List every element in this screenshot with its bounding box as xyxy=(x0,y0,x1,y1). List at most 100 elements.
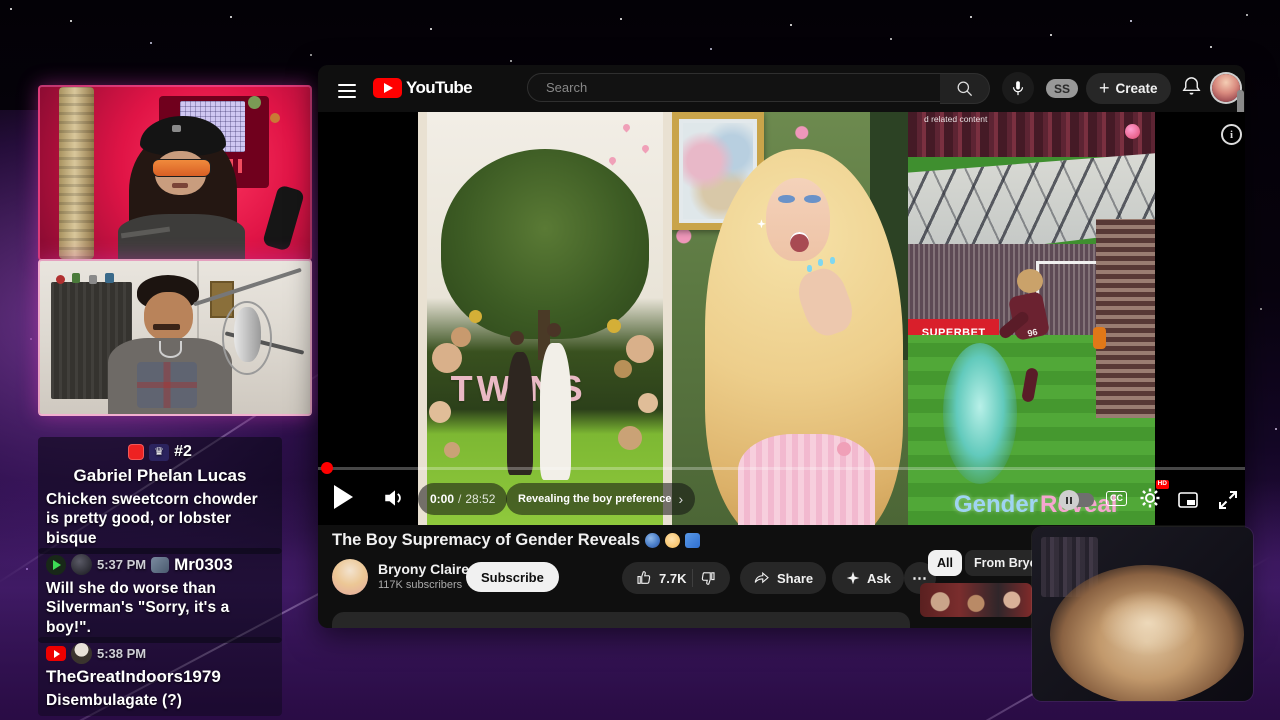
gear-icon xyxy=(1140,488,1160,508)
guest-face xyxy=(143,291,193,341)
youtube-logo-text: YouTube xyxy=(406,78,473,97)
orange-glasses xyxy=(152,159,211,177)
chat-rank: #2 xyxy=(174,443,192,460)
search-icon xyxy=(957,81,973,97)
webcam-host-top xyxy=(38,85,312,261)
stadium-clip: SUPERBET 96 xyxy=(908,112,1155,525)
thumbs-up-icon[interactable] xyxy=(635,569,653,587)
shirt-print xyxy=(137,361,197,408)
search-button[interactable] xyxy=(940,73,990,104)
subscribe-button[interactable]: Subscribe xyxy=(466,562,559,592)
progress-bar[interactable] xyxy=(318,467,1245,470)
balloon xyxy=(429,401,452,424)
clan-emblem-icon xyxy=(71,554,92,575)
ask-button[interactable]: Ask xyxy=(832,562,904,594)
search-box xyxy=(527,73,941,102)
father-head xyxy=(509,330,524,345)
chat-avatar xyxy=(71,643,92,664)
eye-makeup xyxy=(804,194,821,203)
ss-badge-label: SS xyxy=(1054,81,1071,96)
account-avatar[interactable] xyxy=(1212,74,1240,102)
chat-message: 5:37 PM Mr0303 Will she do worse than Si… xyxy=(38,548,282,644)
ss-extension-badge[interactable]: SS xyxy=(1046,79,1079,98)
sparkle-icon xyxy=(846,571,860,585)
chapter-label: Revealing the boy preference xyxy=(518,493,672,505)
miniplayer-button[interactable] xyxy=(1176,488,1200,517)
mic-icon xyxy=(1012,81,1024,96)
host-mouth xyxy=(172,183,189,188)
progress-scrubber[interactable] xyxy=(321,462,333,474)
voice-search-button[interactable] xyxy=(1002,72,1034,104)
goal-crossbar xyxy=(1036,260,1101,264)
share-icon xyxy=(754,571,769,584)
shelf-figurine xyxy=(88,274,97,284)
recommended-thumbnail[interactable] xyxy=(920,583,1032,617)
fullscreen-button[interactable] xyxy=(1216,488,1240,517)
youtube-header: YouTube SS + Create xyxy=(318,65,1245,112)
microphone xyxy=(261,184,305,252)
youtube-logo[interactable]: YouTube xyxy=(373,78,473,98)
blue-smoke xyxy=(942,343,1017,484)
chevron-right-icon: › xyxy=(678,491,684,507)
gender-reveal-clip: TWINS xyxy=(418,112,672,525)
stream-overlay-scene: ♛ #2 Gabriel Phelan Lucas Chicken sweetc… xyxy=(0,0,1280,720)
chat-message: 5:38 PM TheGreatIndoors1979 Disembulagat… xyxy=(38,637,282,717)
share-label: Share xyxy=(777,570,814,586)
pink-dress xyxy=(738,434,875,525)
miniplayer-icon xyxy=(1178,492,1198,508)
mic-shockmount xyxy=(222,300,273,376)
balloon xyxy=(443,442,460,459)
youtube-play-icon xyxy=(373,78,402,98)
video-player[interactable]: TWINS xyxy=(318,112,1245,525)
sideline-crowd xyxy=(1095,219,1155,418)
ask-label: Ask xyxy=(867,570,891,586)
subscribe-label: Subscribe xyxy=(481,569,544,585)
subscriber-count: 117K subscribers xyxy=(378,579,463,591)
volume-icon xyxy=(385,490,401,506)
filter-chip-all[interactable]: All xyxy=(928,550,962,576)
volume-button[interactable] xyxy=(382,485,408,516)
clip-caption: d related content xyxy=(924,114,988,124)
pet-cam-overlay xyxy=(1032,527,1253,701)
chat-message: ♛ #2 Gabriel Phelan Lucas Chicken sweetc… xyxy=(38,437,282,555)
crown-badge-icon: ♛ xyxy=(149,443,170,461)
settings-button[interactable]: HD xyxy=(1138,480,1169,515)
time-display: 0:00 / 28:52 xyxy=(418,483,508,515)
notifications-button[interactable] xyxy=(1180,75,1203,103)
chat-username: Mr0303 xyxy=(174,554,233,574)
autoplay-toggle[interactable] xyxy=(1059,490,1094,510)
chat-text: Chicken sweetcorn chowder is pretty good… xyxy=(46,491,258,547)
guest-mustache xyxy=(153,323,181,330)
chat-username: TheGreatIndoors1979 xyxy=(46,667,221,686)
like-count[interactable]: 7.7K xyxy=(659,571,686,586)
search-input[interactable] xyxy=(544,79,940,96)
channel-name[interactable]: Bryony Claire xyxy=(378,561,469,577)
green-play-badge-icon xyxy=(46,554,66,575)
expecting-father xyxy=(507,351,534,476)
cap-logo xyxy=(172,124,182,132)
description-box[interactable] xyxy=(332,612,910,628)
channel-avatar[interactable] xyxy=(332,559,368,595)
fullscreen-icon xyxy=(1219,491,1237,509)
autoplay-knob xyxy=(1059,490,1079,510)
chat-timestamp: 5:38 PM xyxy=(97,646,147,661)
menu-icon[interactable] xyxy=(338,80,356,102)
blue-square-emoji xyxy=(685,533,701,548)
like-dislike-pill: 7.7K xyxy=(622,562,731,594)
blue-nail xyxy=(806,264,812,272)
shelf-figurine xyxy=(72,273,81,284)
member-badge-icon xyxy=(128,444,145,460)
bell-icon xyxy=(1182,77,1201,95)
smiling-mouth xyxy=(790,231,809,253)
plush-toy xyxy=(247,95,261,109)
play-button[interactable] xyxy=(334,485,353,509)
create-button[interactable]: + Create xyxy=(1086,73,1171,104)
thumbs-down-icon[interactable] xyxy=(699,569,717,587)
plush-toy xyxy=(269,112,280,123)
info-icon[interactable] xyxy=(1221,124,1242,145)
subtitles-button[interactable]: CC xyxy=(1106,491,1127,506)
plus-icon: + xyxy=(1099,78,1110,98)
create-label: Create xyxy=(1115,81,1158,96)
share-button[interactable]: Share xyxy=(740,562,827,594)
chapter-button[interactable]: Revealing the boy preference › xyxy=(506,483,696,515)
